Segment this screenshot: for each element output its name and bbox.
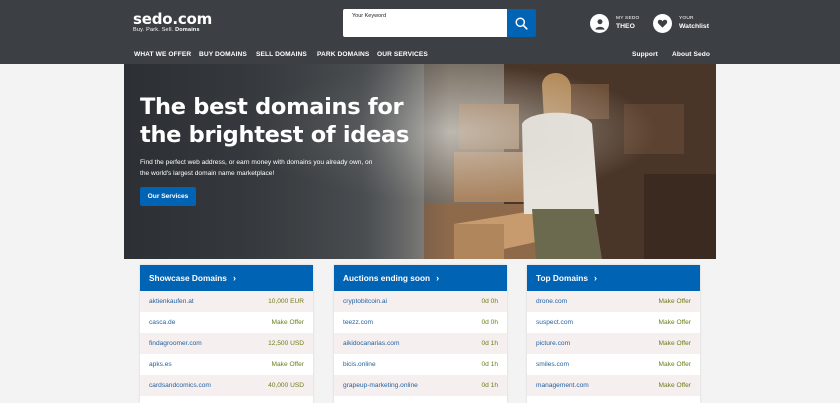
nav-sell-domains[interactable]: SELL DOMAINS [256, 51, 307, 58]
domain-link[interactable]: findagroomer.com [149, 340, 202, 347]
domain-price: Make Offer [271, 361, 305, 368]
hero-subtitle: Find the perfect web address, or earn mo… [140, 159, 373, 177]
chevron-right-icon: › [436, 273, 440, 283]
domain-price: Make Offer [658, 319, 692, 326]
top-domains-header[interactable]: Top Domains › [527, 265, 700, 291]
table-row[interactable]: picture.com Make Offer [527, 333, 700, 354]
user-avatar [590, 14, 609, 33]
table-row[interactable]: management.com Make Offer [527, 375, 700, 396]
domain-price: Make Offer [658, 298, 692, 305]
table-row[interactable]: suspect.com Make Offer [527, 312, 700, 333]
logo-tagline: Buy. Park. Sell. Domains [133, 27, 212, 34]
domain-price: Make Offer [271, 319, 305, 326]
table-row[interactable]: findagroomer.com 12,500 USD [140, 333, 313, 354]
site-header: sedo.com Buy. Park. Sell. Domains Your K… [0, 0, 840, 64]
domain-link[interactable]: smiles.com [536, 361, 569, 368]
chevron-right-icon: › [232, 273, 236, 283]
hero-title: The best domains for the brightest of id… [140, 93, 470, 149]
domain-link[interactable]: cardsandcomics.com [149, 382, 211, 389]
watchlist-circle [653, 14, 672, 33]
domain-price: Make Offer [658, 340, 692, 347]
domain-price: Make Offer [658, 382, 692, 389]
domain-link[interactable]: aktienkaufen.at [149, 298, 194, 305]
domain-price: 10,000 EUR [268, 298, 304, 305]
nav-park-domains[interactable]: PARK DOMAINS [317, 51, 369, 58]
table-row[interactable]: drone.com Make Offer [527, 291, 700, 312]
domain-link[interactable]: drone.com [536, 298, 567, 305]
table-row[interactable]: smiles.com Make Offer [527, 354, 700, 375]
search-placeholder: Your Keyword [352, 13, 387, 19]
user-text: MY SEDO THEO [616, 16, 639, 31]
search-input[interactable]: Your Keyword [343, 9, 507, 37]
showcase-domains-header[interactable]: Showcase Domains › [140, 265, 313, 291]
logo-text: sedo.com [133, 10, 213, 28]
watchlist-link[interactable]: YOUR Watchlist [653, 14, 709, 33]
table-row[interactable]: cardsandcomics.com 40,000 USD [140, 375, 313, 396]
time-remaining: 0d 0h [481, 319, 498, 326]
panel-title: Auctions ending soon [343, 273, 431, 283]
domain-link[interactable]: teezz.com [343, 319, 373, 326]
domain-link[interactable]: suspect.com [536, 319, 573, 326]
table-row[interactable]: aikidocanarias.com 0d 1h [334, 333, 507, 354]
nav-what-we-offer[interactable]: WHAT WE OFFER [134, 51, 191, 58]
domain-link[interactable]: casca.de [149, 319, 175, 326]
hero-title-line1: The best domains for [140, 94, 404, 120]
nav-buy-domains[interactable]: BUY DOMAINS [199, 51, 247, 58]
domain-price: 40,000 USD [268, 382, 304, 389]
heart-icon [657, 19, 668, 28]
user-icon [595, 18, 604, 30]
hero-banner: The best domains for the brightest of id… [124, 64, 716, 259]
domain-link[interactable]: management.com [536, 382, 589, 389]
domain-link[interactable]: apks.es [149, 361, 172, 368]
time-remaining: 0d 0h [481, 298, 498, 305]
domain-price: 12,500 USD [268, 340, 304, 347]
table-row[interactable]: apks.es Make Offer [140, 354, 313, 375]
watchlist-text: YOUR Watchlist [679, 16, 709, 31]
domain-link[interactable]: bicis.online [343, 361, 376, 368]
search-icon [515, 16, 528, 30]
my-sedo-link[interactable]: MY SEDO THEO [590, 14, 639, 33]
table-row[interactable]: casca.de Make Offer [140, 312, 313, 333]
table-row[interactable]: aktienkaufen.at 10,000 EUR [140, 291, 313, 312]
table-row[interactable]: bicis.online 0d 1h [334, 354, 507, 375]
time-remaining: 0d 1h [481, 340, 498, 347]
nav-support[interactable]: Support [632, 51, 658, 58]
panel-title: Top Domains [536, 273, 588, 283]
domain-price: Make Offer [658, 361, 692, 368]
watchlist-label: Watchlist [679, 23, 709, 30]
search-button[interactable] [507, 9, 536, 37]
table-row[interactable]: cryptobitcoin.ai 0d 0h [334, 291, 507, 312]
time-remaining: 0d 1h [481, 361, 498, 368]
tagline-bold: Domains [175, 27, 200, 33]
domain-link[interactable]: cryptobitcoin.ai [343, 298, 387, 305]
nav-our-services[interactable]: OUR SERVICES [377, 51, 428, 58]
table-row[interactable]: grapeup-marketing.online 0d 1h [334, 375, 507, 396]
nav-about-sedo[interactable]: About Sedo [672, 51, 710, 58]
showcase-domains-panel: Showcase Domains › aktienkaufen.at 10,000… [140, 265, 313, 403]
tagline-prefix: Buy. Park. Sell. [133, 27, 174, 33]
main-nav: WHAT WE OFFER BUY DOMAINS SELL DOMAINS P… [0, 51, 840, 61]
top-domains-panel: Top Domains › drone.com Make Offer suspec… [527, 265, 700, 403]
domain-link[interactable]: aikidocanarias.com [343, 340, 399, 347]
panel-title: Showcase Domains [149, 273, 227, 283]
time-remaining: 0d 1h [481, 382, 498, 389]
auctions-header[interactable]: Auctions ending soon › [334, 265, 507, 291]
table-row[interactable]: teezz.com 0d 0h [334, 312, 507, 333]
chevron-right-icon: › [593, 273, 597, 283]
sedo-logo[interactable]: sedo.com Buy. Park. Sell. Domains [133, 11, 212, 34]
our-services-button[interactable]: Our Services [140, 187, 196, 206]
user-name: THEO [616, 23, 635, 30]
domain-link[interactable]: picture.com [536, 340, 570, 347]
auctions-panel: Auctions ending soon › cryptobitcoin.ai 0… [334, 265, 507, 403]
hero-title-line2: the brightest of ideas [140, 122, 410, 148]
domain-link[interactable]: grapeup-marketing.online [343, 382, 418, 389]
